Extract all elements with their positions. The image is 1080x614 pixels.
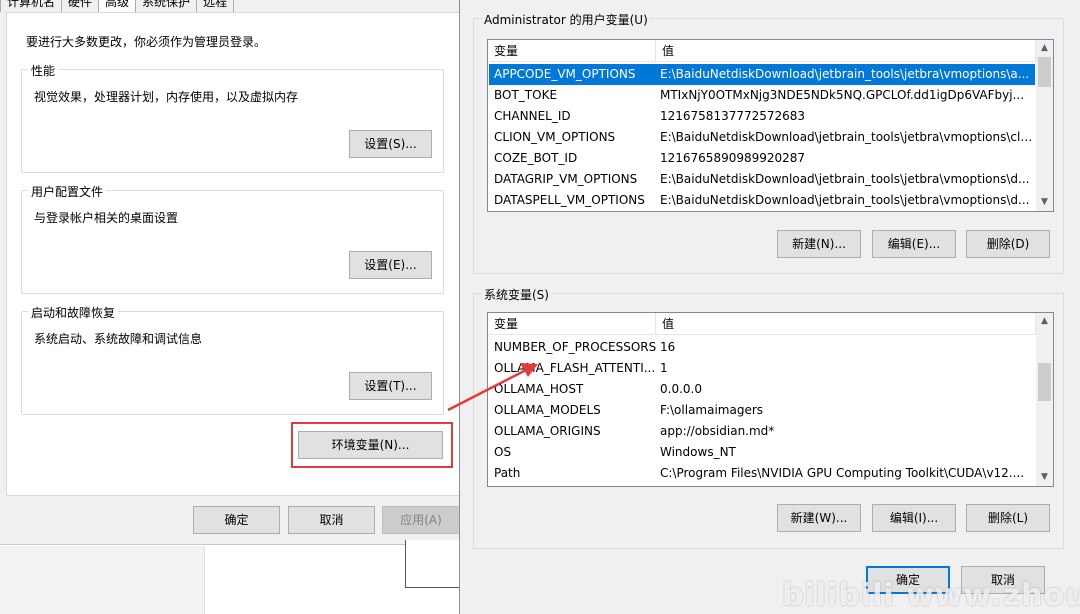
table-row[interactable]: OLLAMA_ORIGINS app://obsidian.md*	[489, 421, 1035, 442]
variable-value-cell: E:\BaiduNetdiskDownload\jetbrain_tools\j…	[660, 130, 1035, 144]
user-edit-button[interactable]: 编辑(E)...	[872, 230, 956, 258]
variable-value-cell: E:\BaiduNetdiskDownload\jetbrain_tools\j…	[660, 172, 1030, 186]
variable-name-cell: CLION_VM_OPTIONS	[494, 130, 616, 144]
user-profiles-title: 用户配置文件	[28, 183, 107, 200]
system-variables-title: 系统变量(S)	[482, 286, 551, 303]
variable-name-cell: Path	[494, 466, 521, 480]
table-row[interactable]: OLLAMA_HOST 0.0.0.0	[489, 379, 1035, 400]
tab-bar: 计算机名 硬件 高级 系统保护 远程	[0, 0, 235, 12]
variable-name-cell: CHANNEL_ID	[494, 109, 571, 123]
performance-title: 性能	[28, 62, 59, 79]
system-variables-scrollbar[interactable]: ▲ ▼	[1036, 313, 1053, 486]
tab-system-protection[interactable]: 系统保护	[135, 0, 198, 12]
scroll-up-icon[interactable]: ▲	[1036, 313, 1053, 330]
user-new-button[interactable]: 新建(N)...	[777, 230, 861, 258]
table-row[interactable]: CHANNEL_ID 1216758137772572683	[489, 106, 1035, 127]
table-row[interactable]: BOT_TOKE MTIxNjY0OTMxNjg3NDE5NDk5NQ.GPCLO…	[489, 85, 1035, 106]
variable-name-cell: DATAGRIP_VM_OPTIONS	[494, 172, 638, 186]
system-edit-button[interactable]: 编辑(I)...	[872, 504, 956, 532]
user-profiles-desc: 与登录帐户相关的桌面设置	[34, 211, 179, 225]
table-row[interactable]: OLLAMA_FLASH_ATTENTI... 1	[489, 358, 1035, 379]
scroll-up-icon[interactable]: ▲	[1036, 40, 1053, 57]
performance-settings-button[interactable]: 设置(S)...	[349, 130, 432, 158]
table-row[interactable]: DATAGRIP_VM_OPTIONS E:\BaiduNetdiskDownlo…	[489, 169, 1035, 190]
system-variables-group: 系统变量(S) 变量 值 NUMBER_OF_PROCESSORS 16 OLLAM…	[473, 286, 1064, 549]
highlight-box	[291, 422, 453, 468]
tab-remote[interactable]: 远程	[196, 0, 235, 12]
system-new-button[interactable]: 新建(W)...	[777, 504, 861, 532]
admin-note: 要进行大多数更改，你必须作为管理员登录。	[26, 35, 267, 49]
performance-group: 性能 视觉效果，处理器计划，内存使用，以及虚拟内存 设置(S)...	[21, 62, 444, 173]
user-variables-title: Administrator 的用户变量(U)	[482, 11, 650, 28]
table-row[interactable]: COZE_BOT_ID 1216765890989920287	[489, 148, 1035, 169]
column-header-variable[interactable]: 变量	[488, 313, 656, 335]
variable-value-cell: C:\Program Files\NVIDIA GPU Computing To…	[660, 466, 1025, 480]
table-row[interactable]: APPCODE_VM_OPTIONS E:\BaiduNetdiskDownloa…	[489, 64, 1035, 85]
variable-name-cell: OLLAMA_ORIGINS	[494, 424, 601, 438]
variable-value-cell: 1	[660, 361, 668, 375]
column-header-value[interactable]: 值	[656, 40, 1036, 62]
tab-computer-name[interactable]: 计算机名	[0, 0, 63, 12]
user-variables-list[interactable]: 变量 值 APPCODE_VM_OPTIONS E:\BaiduNetdiskDo…	[487, 39, 1054, 212]
cancel-button[interactable]: 取消	[288, 506, 375, 534]
variable-name-cell: COZE_BOT_ID	[494, 151, 578, 165]
variable-name-cell: BOT_TOKE	[494, 88, 558, 102]
user-profiles-group: 用户配置文件 与登录帐户相关的桌面设置 设置(E)...	[21, 183, 444, 294]
user-profiles-settings-button[interactable]: 设置(E)...	[349, 251, 432, 279]
variable-name-cell: APPCODE_VM_OPTIONS	[494, 67, 636, 81]
table-row[interactable]: DATASPELL_VM_OPTIONS E:\BaiduNetdiskDownl…	[489, 190, 1035, 211]
variable-value-cell: 0.0.0.0	[660, 382, 702, 396]
scroll-thumb[interactable]	[1038, 363, 1051, 401]
table-row[interactable]: NUMBER_OF_PROCESSORS 16	[489, 337, 1035, 358]
user-delete-button[interactable]: 删除(D)	[966, 230, 1050, 258]
startup-recovery-settings-button[interactable]: 设置(T)...	[349, 372, 432, 400]
startup-recovery-desc: 系统启动、系统故障和调试信息	[34, 332, 203, 346]
variable-value-cell: F:\ollamaimagers	[660, 403, 764, 417]
user-variables-group: Administrator 的用户变量(U) 变量 值 APPCODE_VM_O…	[473, 11, 1064, 274]
startup-recovery-title: 启动和故障恢复	[28, 304, 119, 321]
table-row[interactable]: CLION_VM_OPTIONS E:\BaiduNetdiskDownload\…	[489, 127, 1035, 148]
startup-recovery-group: 启动和故障恢复 系统启动、系统故障和调试信息 设置(T)...	[21, 304, 444, 415]
variable-value-cell: MTIxNjY0OTMxNjg3NDE5NDk5NQ.GPCLOf.dd1igD…	[660, 88, 1025, 102]
user-variables-scrollbar[interactable]: ▲ ▼	[1036, 40, 1053, 211]
table-row[interactable]: Path C:\Program Files\NVIDIA GPU Computin…	[489, 463, 1035, 484]
user-variables-header: 变量 值	[488, 40, 1036, 62]
scroll-down-icon[interactable]: ▼	[1036, 194, 1053, 211]
system-variables-header: 变量 值	[488, 313, 1036, 335]
column-header-value[interactable]: 值	[656, 313, 1036, 335]
tab-advanced[interactable]: 高级	[98, 0, 137, 12]
variable-value-cell: app://obsidian.md*	[660, 424, 775, 438]
annotation-arrow-icon	[447, 363, 538, 412]
variable-value-cell: 1216758137772572683	[660, 109, 806, 123]
system-properties-dialog: 计算机名 硬件 高级 系统保护 远程 要进行大多数更改，你必须作为管理员登录。 …	[0, 0, 460, 545]
column-header-variable[interactable]: 变量	[488, 40, 656, 62]
variable-value-cell: 16	[660, 340, 676, 354]
system-variables-list[interactable]: 变量 值 NUMBER_OF_PROCESSORS 16 OLLAMA_FLASH_…	[487, 312, 1054, 487]
scroll-thumb[interactable]	[1038, 57, 1051, 87]
tab-hardware[interactable]: 硬件	[61, 0, 100, 12]
apply-button[interactable]: 应用(A)	[382, 506, 460, 534]
ok-button[interactable]: 确定	[193, 506, 280, 534]
variable-name-cell: OS	[494, 445, 512, 459]
variable-name-cell: DATASPELL_VM_OPTIONS	[494, 193, 645, 207]
scroll-down-icon[interactable]: ▼	[1036, 469, 1053, 486]
variable-value-cell: E:\BaiduNetdiskDownload\jetbrain_tools\j…	[660, 67, 1030, 81]
variable-value-cell: E:\BaiduNetdiskDownload\jetbrain_tools\j…	[660, 193, 1030, 207]
performance-desc: 视觉效果，处理器计划，内存使用，以及虚拟内存	[34, 90, 299, 104]
system-delete-button[interactable]: 删除(L)	[966, 504, 1050, 532]
variable-value-cell: Windows_NT	[660, 445, 736, 459]
variable-value-cell: 1216765890989920287	[660, 151, 806, 165]
table-row[interactable]: OLLAMA_MODELS F:\ollamaimagers	[489, 400, 1035, 421]
background-window-frame	[405, 540, 461, 588]
watermark: bilibili www.zhouhu	[782, 578, 1080, 613]
background-window	[0, 546, 205, 614]
table-row[interactable]: OS Windows_NT	[489, 442, 1035, 463]
environment-variables-dialog: Administrator 的用户变量(U) 变量 值 APPCODE_VM_O…	[459, 0, 1080, 614]
